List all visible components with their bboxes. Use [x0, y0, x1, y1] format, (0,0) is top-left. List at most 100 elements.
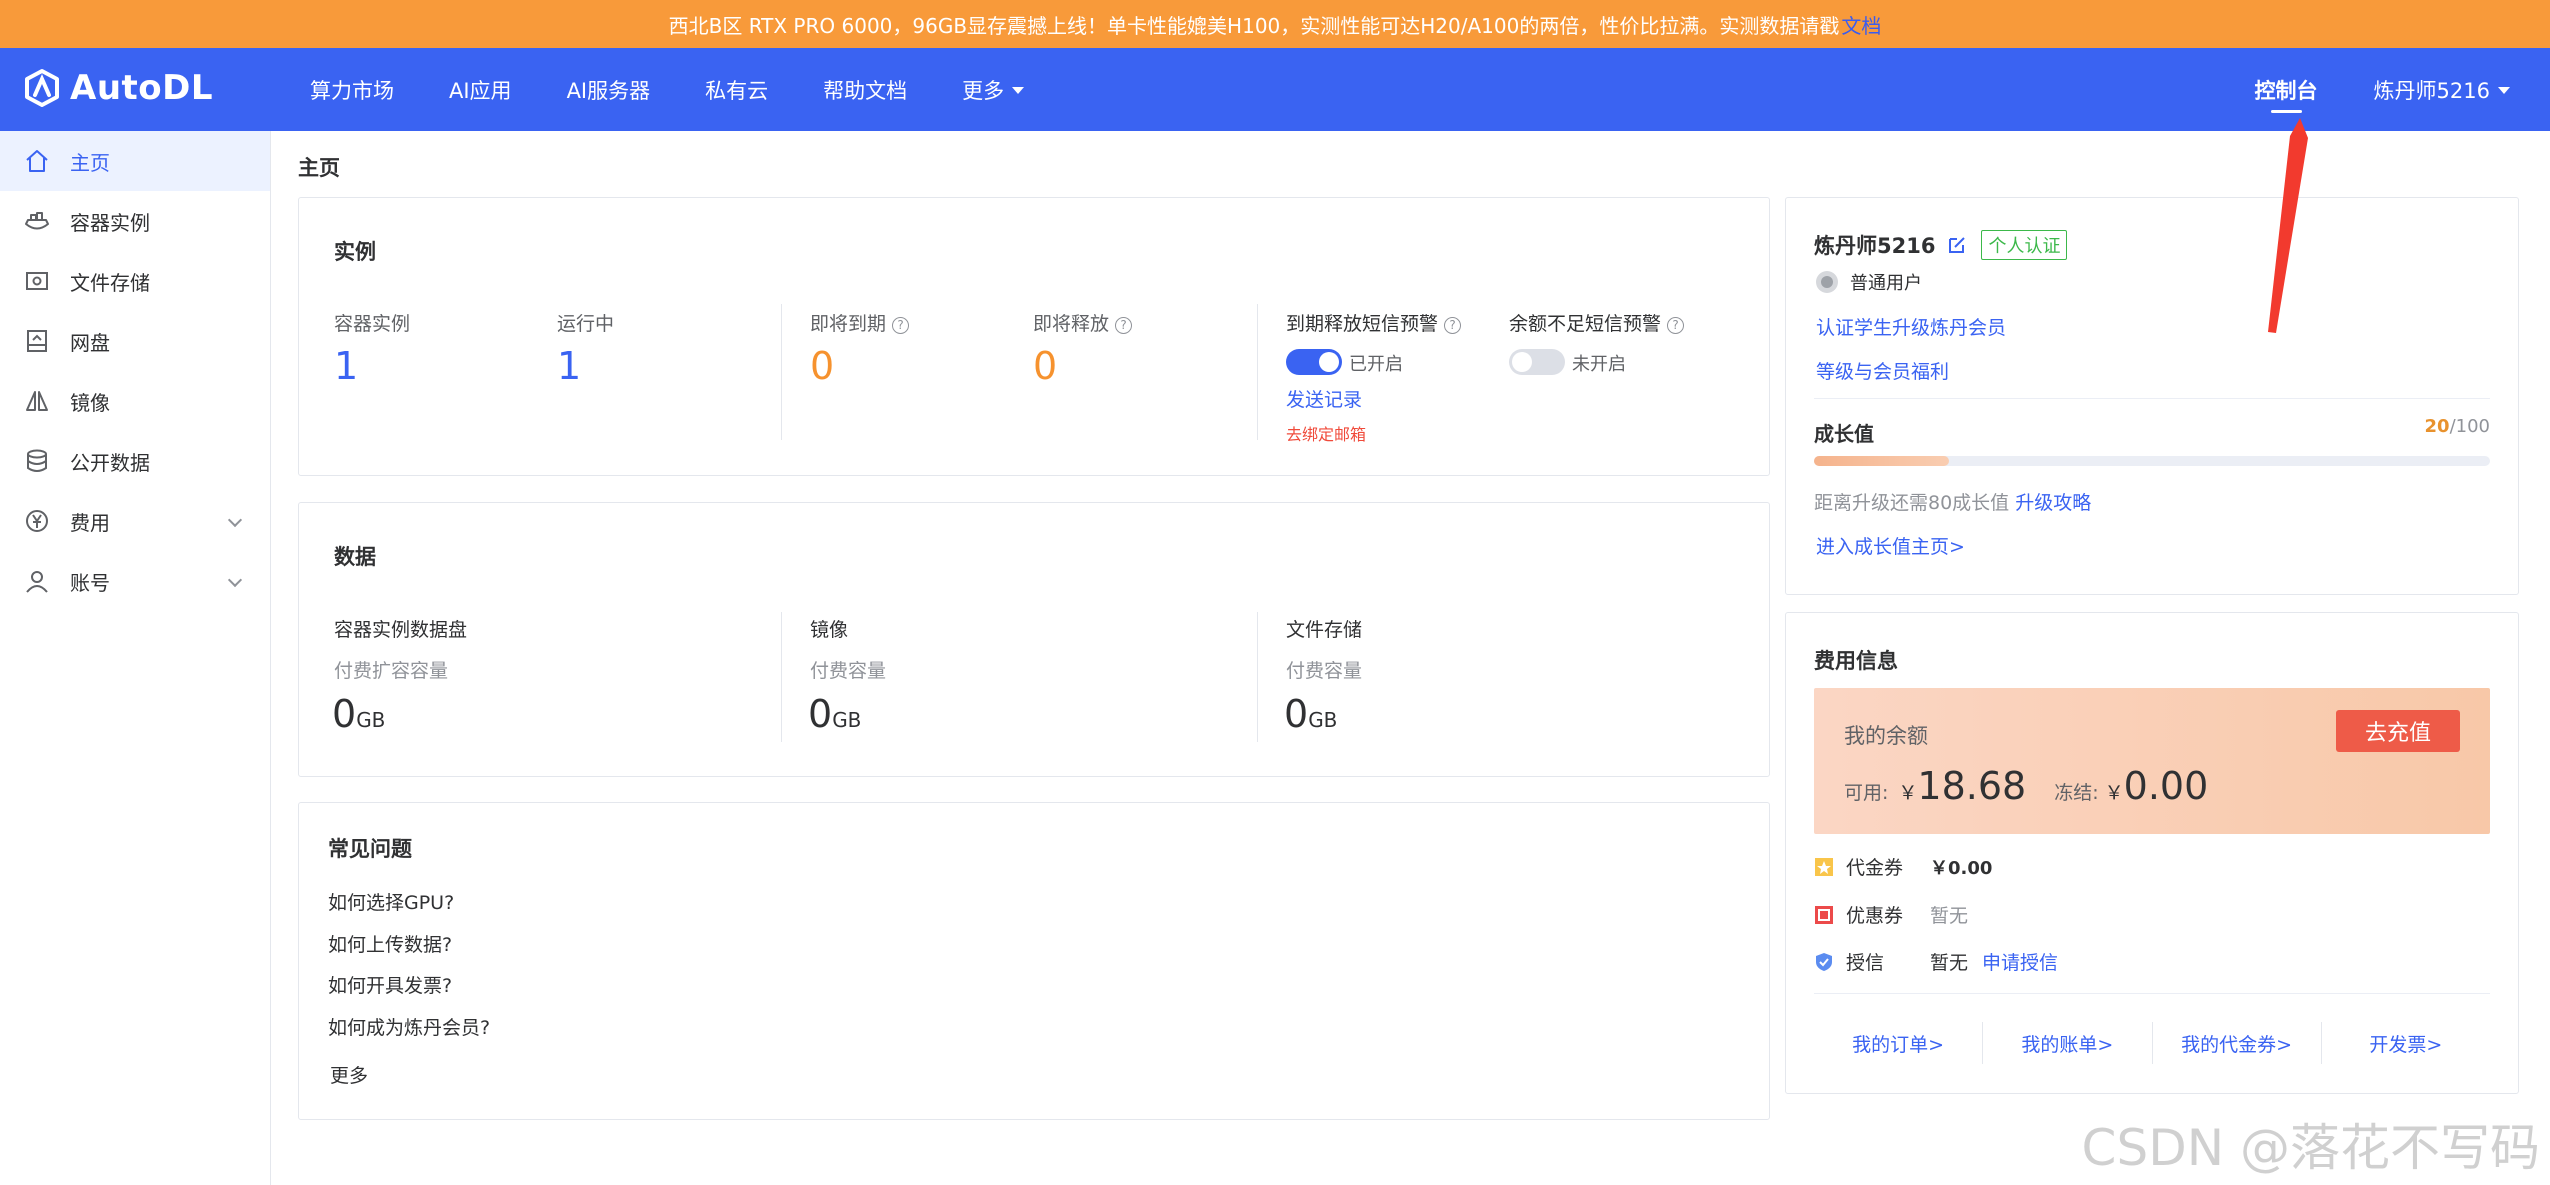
running-count-value[interactable]: 1 — [557, 344, 581, 388]
divider — [1257, 612, 1258, 742]
nav-label: AI服务器 — [566, 78, 651, 103]
sms-balance-toggle[interactable] — [1509, 349, 1565, 375]
growth-home-link[interactable]: 进入成长值主页> — [1816, 532, 1965, 559]
data-files-label: 文件存储 — [1286, 619, 1363, 641]
autodl-logo[interactable]: AutoDL — [22, 68, 213, 108]
divider — [1257, 304, 1258, 440]
nav-compute-market[interactable]: 算力市场 — [310, 75, 394, 105]
sidebar-item-home[interactable]: 主页 — [0, 131, 270, 191]
chevron-down-icon — [227, 572, 243, 588]
credit-row: 授信 暂无 申请授信 — [1814, 948, 2058, 975]
sidebar-item-label: 主页 — [70, 150, 110, 175]
nav-private-cloud[interactable]: 私有云 — [705, 75, 768, 105]
expiring-value[interactable]: 0 — [810, 344, 834, 388]
nav-right: 控制台 炼丹师5216 — [2255, 48, 2510, 131]
profile-name: 炼丹师5216 — [1814, 234, 1936, 258]
sms-expire-label-text: 到期释放短信预警 — [1286, 313, 1439, 335]
sidebar-item-label: 账号 — [70, 570, 110, 595]
sidebar-item-cloud-disk[interactable]: 网盘 — [0, 311, 270, 371]
help-icon[interactable]: ? — [892, 317, 910, 334]
sidebar-item-label: 网盘 — [70, 330, 110, 355]
logo-text: AutoDL — [70, 68, 214, 108]
help-icon[interactable]: ? — [1115, 317, 1133, 334]
sidebar-item-mirror[interactable]: 镜像 — [0, 371, 270, 431]
expiring-label-text: 即将到期 — [810, 313, 887, 335]
sms-expire-toggle[interactable] — [1286, 349, 1342, 375]
toggle-knob — [1319, 352, 1339, 372]
nav-ai-apps[interactable]: AI应用 — [449, 75, 512, 105]
currency-symbol: ￥ — [2104, 782, 2124, 804]
upgrade-hint: 距离升级还需80成长值 升级攻略 — [1814, 488, 2091, 515]
sms-balance-label-text: 余额不足短信预警 — [1509, 313, 1662, 335]
container-count-label: 容器实例 — [334, 313, 411, 335]
my-orders-link[interactable]: 我的订单> — [1814, 1022, 1984, 1064]
apply-credit-link[interactable]: 申请授信 — [1982, 948, 2058, 975]
nav-label: 私有云 — [705, 78, 769, 103]
sidebar-item-account[interactable]: 账号 — [0, 551, 270, 611]
sidebar-item-label: 文件存储 — [70, 270, 150, 295]
upgrade-guide-link[interactable]: 升级攻略 — [2015, 492, 2091, 514]
yen-icon — [22, 506, 52, 536]
announcement-bar: 西北B区 RTX PRO 6000，96GB显存震撼上线！单卡性能媲美H100，… — [0, 0, 2550, 48]
student-upgrade-link[interactable]: 认证学生升级炼丹会员 — [1816, 313, 2006, 340]
nav-ai-servers[interactable]: AI服务器 — [567, 75, 651, 105]
value-number: 0 — [332, 692, 357, 736]
help-icon[interactable]: ? — [1667, 317, 1685, 334]
top-navbar: AutoDL 算力市场 AI应用 AI服务器 私有云 帮助文档 更多 控制台 炼… — [0, 48, 2550, 131]
sidebar-item-public-data[interactable]: 公开数据 — [0, 431, 270, 491]
verify-badge[interactable]: 个人认证 — [1981, 230, 2068, 260]
faq-item[interactable]: 如何选择GPU? — [328, 888, 454, 915]
user-icon — [22, 566, 52, 596]
instances-card — [298, 197, 1770, 476]
sidebar-item-billing[interactable]: 费用 — [0, 491, 270, 551]
voucher-icon — [1815, 857, 1833, 876]
my-bills-link[interactable]: 我的账单> — [1983, 1022, 2153, 1064]
nav-more[interactable]: 更多 — [962, 75, 1025, 105]
coupon-value: 暂无 — [1930, 905, 1969, 927]
sidebar-item-label: 公开数据 — [70, 450, 150, 475]
faq-item[interactable]: 如何上传数据? — [328, 930, 452, 957]
data-disk-value: 0GB — [332, 692, 385, 736]
releasing-value[interactable]: 0 — [1033, 344, 1057, 388]
invoice-link[interactable]: 开发票> — [2322, 1022, 2490, 1064]
edit-icon[interactable] — [1947, 235, 1967, 255]
sidebar-item-file-storage[interactable]: 文件存储 — [0, 251, 270, 311]
announcement-doc-link[interactable]: 文档 — [1841, 10, 1881, 39]
container-count-value[interactable]: 1 — [334, 344, 358, 388]
nav-console[interactable]: 控制台 — [2255, 75, 2318, 113]
sidebar-item-label: 容器实例 — [70, 210, 150, 235]
faq-item[interactable]: 如何开具发票? — [328, 971, 452, 998]
faq-item[interactable]: 如何成为炼丹会员? — [328, 1013, 490, 1040]
user-menu[interactable]: 炼丹师5216 — [2374, 75, 2510, 105]
data-mirror-value: 0GB — [808, 692, 861, 736]
value-unit: GB — [1308, 708, 1338, 732]
frozen-label: 冻结: — [2054, 782, 2099, 804]
nav-label: AI应用 — [449, 78, 512, 103]
faq-more-link[interactable]: 更多 — [330, 1061, 368, 1088]
sidebar: 主页 容器实例 文件存储 网盘 镜像 公开数据 费用 账号 — [0, 131, 271, 1185]
profile-level: 普通用户 — [1814, 269, 1922, 295]
divider — [781, 304, 782, 440]
help-icon[interactable]: ? — [1444, 317, 1462, 334]
data-mirror-sub: 付费容量 — [810, 660, 887, 682]
nav-label: 更多 — [962, 78, 1005, 103]
home-icon — [22, 146, 52, 176]
benefits-link[interactable]: 等级与会员福利 — [1816, 357, 1949, 384]
running-count-label: 运行中 — [557, 313, 615, 335]
value-number: 0 — [808, 692, 833, 736]
my-vouchers-link[interactable]: 我的代金券> — [2153, 1022, 2322, 1064]
credit-label: 授信 — [1846, 952, 1885, 974]
caret-down-icon — [2498, 87, 2510, 94]
send-records-link[interactable]: 发送记录 — [1286, 385, 1362, 412]
coupon-label: 优惠券 — [1846, 905, 1904, 927]
profile-header: 炼丹师5216 个人认证 — [1814, 230, 2068, 260]
billing-links: 我的订单> 我的账单> 我的代金券> 开发票> — [1814, 1022, 2490, 1064]
autodl-logo-icon — [25, 69, 59, 107]
data-files-value: 0GB — [1284, 692, 1337, 736]
bind-email-link[interactable]: 去绑定邮箱 — [1286, 421, 1366, 445]
nav-help-docs[interactable]: 帮助文档 — [823, 75, 907, 105]
nav-menu: 算力市场 AI应用 AI服务器 私有云 帮助文档 更多 — [310, 48, 1079, 131]
voucher-row: 代金券 ￥0.00 — [1814, 853, 1992, 880]
recharge-button[interactable]: 去充值 — [2336, 710, 2460, 752]
sidebar-item-containers[interactable]: 容器实例 — [0, 191, 270, 251]
